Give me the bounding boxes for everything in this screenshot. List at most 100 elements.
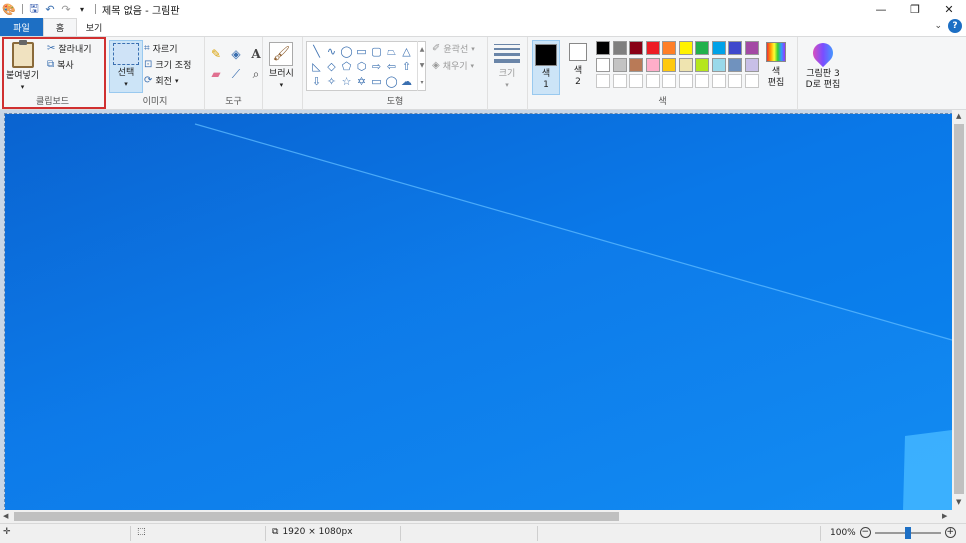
palette-color-swatch[interactable] — [662, 41, 676, 55]
fill-button[interactable]: ◈ 채우기 ▾ — [432, 59, 474, 72]
palette-color-swatch[interactable] — [629, 41, 643, 55]
zoom-in-icon[interactable]: + — [944, 527, 956, 538]
edit-colors-button[interactable]: 색 편집 — [766, 42, 786, 89]
scroll-left-arrow-icon[interactable]: ◀ — [3, 512, 8, 520]
palette-color-swatch[interactable] — [596, 41, 610, 55]
pencil-icon[interactable]: ✎ — [208, 46, 224, 62]
palette-color-swatch[interactable] — [744, 57, 759, 72]
pentagon-shape-icon[interactable]: ⬠ — [339, 59, 354, 74]
shapes-scroll[interactable]: ▲ ▼ ▾ — [417, 41, 426, 91]
palette-color-swatch[interactable] — [695, 41, 709, 55]
restore-button[interactable]: ❐ — [898, 0, 932, 18]
undo-icon[interactable]: ↶ — [43, 2, 57, 16]
palette-color-swatch[interactable] — [711, 41, 726, 55]
hexagon-shape-icon[interactable]: ⬡ — [354, 59, 369, 74]
customize-qat-icon[interactable]: ▾ — [75, 2, 89, 16]
palette-color-swatch[interactable] — [612, 41, 627, 55]
line-shape-icon[interactable]: ╲ — [309, 44, 324, 59]
up-arrow-shape-icon[interactable]: ⇧ — [399, 59, 414, 74]
custom-color-slot[interactable] — [728, 74, 742, 88]
tab-view[interactable]: 보기 — [77, 18, 111, 36]
close-button[interactable]: ✕ — [932, 0, 966, 18]
left-arrow-shape-icon[interactable]: ⇦ — [384, 59, 399, 74]
copy-button[interactable]: ⧉ 복사 — [47, 58, 74, 71]
palette-color-swatch[interactable] — [728, 41, 742, 55]
brushes-button[interactable]: 🖌 브러시 ▾ — [269, 42, 294, 91]
fill-bucket-icon[interactable]: ◈ — [228, 46, 244, 62]
diamond-shape-icon[interactable]: ◇ — [324, 59, 339, 74]
size-button[interactable]: 크기 ▾ — [494, 42, 520, 91]
expand-gallery-icon[interactable]: ▾ — [420, 79, 423, 86]
vertical-scroll-thumb[interactable] — [954, 124, 964, 494]
tab-file[interactable]: 파일 — [0, 18, 43, 36]
scroll-down-arrow-icon[interactable]: ▼ — [956, 498, 961, 506]
palette-color-swatch[interactable] — [695, 57, 709, 72]
edit-in-paint3d-button[interactable]: 그림판 3 D로 편집 — [803, 38, 843, 91]
oval-callout-shape-icon[interactable]: ◯ — [384, 74, 399, 89]
palette-color-swatch[interactable] — [629, 57, 643, 72]
outline-button[interactable]: ✐ 윤곽선 ▾ — [432, 42, 475, 55]
custom-color-slot[interactable] — [744, 74, 759, 88]
zoom-out-icon[interactable]: − — [859, 527, 871, 538]
custom-color-slot[interactable] — [678, 74, 693, 88]
tab-home[interactable]: 홈 — [43, 18, 77, 36]
crop-button[interactable]: ⌗ 자르기 — [144, 42, 177, 55]
scroll-right-arrow-icon[interactable]: ▶ — [942, 512, 947, 520]
help-icon[interactable]: ? — [948, 19, 962, 33]
scroll-up-arrow-icon[interactable]: ▲ — [956, 112, 961, 120]
palette-color-swatch[interactable] — [612, 57, 627, 72]
palette-color-swatch[interactable] — [728, 57, 742, 72]
horizontal-scroll-thumb[interactable] — [14, 512, 619, 521]
right-arrow-shape-icon[interactable]: ⇨ — [369, 59, 384, 74]
palette-color-swatch[interactable] — [711, 57, 726, 72]
triangle-shape-icon[interactable]: △ — [399, 44, 414, 59]
rotate-button[interactable]: ⟳ 회전 ▾ — [144, 74, 178, 87]
rectangle-shape-icon[interactable]: ▭ — [354, 44, 369, 59]
custom-color-slot[interactable] — [695, 74, 709, 88]
cloud-callout-shape-icon[interactable]: ☁ — [399, 74, 414, 89]
custom-color-slot[interactable] — [662, 74, 676, 88]
vertical-scrollbar[interactable]: ▲ ▼ — [952, 110, 966, 510]
horizontal-scrollbar[interactable]: ◀ ▶ — [0, 510, 966, 523]
paint-app-icon[interactable]: 🎨 — [2, 2, 16, 16]
palette-color-swatch[interactable] — [596, 57, 610, 72]
custom-color-slot[interactable] — [629, 74, 643, 88]
five-point-star-shape-icon[interactable]: ☆ — [339, 74, 354, 89]
scroll-down-icon[interactable]: ▼ — [420, 62, 425, 69]
zoom-slider-thumb[interactable] — [904, 526, 911, 539]
six-point-star-shape-icon[interactable]: ✡ — [354, 74, 369, 89]
color-picker-icon[interactable]: ⟋ — [228, 66, 244, 82]
custom-color-slot[interactable] — [645, 74, 660, 88]
collapse-ribbon-icon[interactable]: ⌄ — [934, 21, 942, 31]
right-triangle-shape-icon[interactable]: ◺ — [309, 59, 324, 74]
palette-color-swatch[interactable] — [678, 57, 693, 72]
color2-button[interactable]: 색 2 — [569, 43, 587, 88]
redo-icon[interactable]: ↷ — [59, 2, 73, 16]
color1-button[interactable]: 색 1 — [532, 40, 560, 95]
four-point-star-shape-icon[interactable]: ✧ — [324, 74, 339, 89]
custom-color-slot[interactable] — [596, 74, 610, 88]
palette-color-swatch[interactable] — [678, 41, 693, 55]
paste-button[interactable]: 붙여넣기 ▾ — [6, 40, 39, 93]
custom-color-slot[interactable] — [612, 74, 627, 88]
magnifier-icon[interactable]: ⌕ — [248, 66, 264, 82]
down-arrow-shape-icon[interactable]: ⇩ — [309, 74, 324, 89]
text-icon[interactable]: A — [248, 46, 264, 62]
rounded-rectangle-shape-icon[interactable]: ▢ — [369, 44, 384, 59]
zoom-slider[interactable] — [874, 526, 941, 539]
palette-color-swatch[interactable] — [662, 57, 676, 72]
scroll-up-icon[interactable]: ▲ — [420, 46, 425, 53]
rect-callout-shape-icon[interactable]: ▭ — [369, 74, 384, 89]
eraser-icon[interactable]: ▰ — [208, 66, 224, 82]
palette-color-swatch[interactable] — [645, 57, 660, 72]
palette-color-swatch[interactable] — [744, 41, 759, 55]
cut-button[interactable]: ✂ 잘라내기 — [47, 42, 92, 55]
custom-color-slot[interactable] — [711, 74, 726, 88]
minimize-button[interactable]: — — [864, 0, 898, 18]
canvas[interactable] — [4, 113, 953, 512]
oval-shape-icon[interactable]: ◯ — [339, 44, 354, 59]
curve-shape-icon[interactable]: ∿ — [324, 44, 339, 59]
save-icon[interactable]: 🖫 — [27, 2, 41, 16]
palette-color-swatch[interactable] — [645, 41, 660, 55]
resize-button[interactable]: ⊡ 크기 조정 — [144, 58, 191, 71]
